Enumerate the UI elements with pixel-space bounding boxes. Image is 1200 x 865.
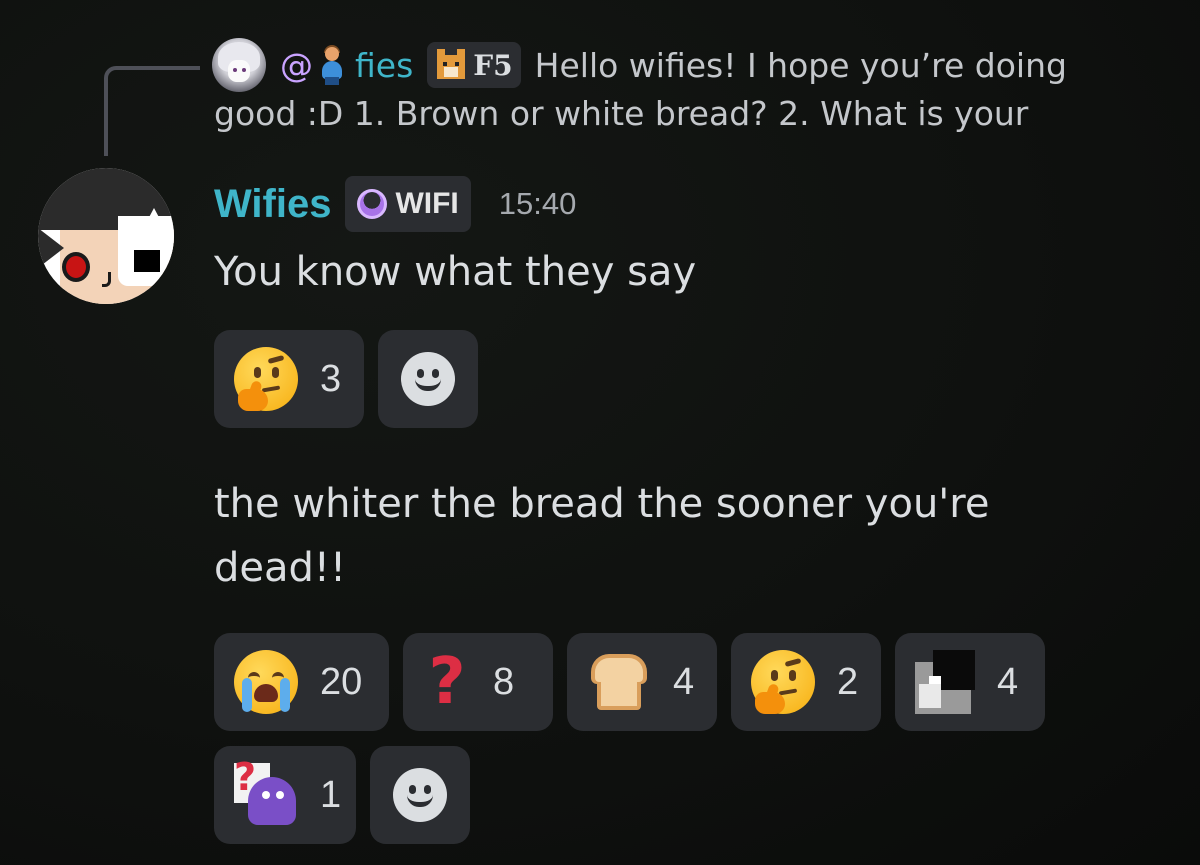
reaction-count: 2 — [837, 660, 859, 703]
reaction-question-mark[interactable]: ? 8 — [403, 633, 553, 731]
message-text-second: the whiter the bread the sooner you're d… — [214, 481, 990, 591]
thinking-face-icon — [751, 650, 815, 714]
reply-message-text: Hello wifies! I hope you’re doing — [534, 45, 1067, 85]
reaction-loudly-crying-face[interactable]: 20 — [214, 633, 389, 731]
reaction-thinking-face-2[interactable]: 2 — [731, 633, 881, 731]
reaction-count: 20 — [320, 660, 363, 703]
reply-server-tag[interactable]: F5 — [427, 42, 521, 88]
message-timestamp[interactable]: 15:40 — [499, 186, 577, 222]
author-name[interactable]: Wifies — [214, 182, 331, 227]
reaction-custom-grimace[interactable]: ? 1 — [214, 746, 356, 844]
moon-icon — [357, 189, 388, 219]
reply-mention-symbol: @ — [280, 45, 313, 85]
custom-grimace-question-icon: ? — [234, 755, 298, 827]
reply-message-text-continued[interactable]: good :D 1. Brown or white bread? 2. What… — [214, 94, 1028, 133]
chat-message-view: @ fies F5 Hello wifies! I hope you’re do… — [0, 0, 1200, 865]
reply-connector-line — [104, 66, 200, 156]
reaction-thinking-face[interactable]: 3 — [214, 330, 364, 428]
red-question-mark-icon: ? — [428, 645, 466, 719]
reply-author-name[interactable]: fies — [355, 46, 413, 85]
person-emoji-icon — [317, 45, 347, 85]
reaction-custom-meme[interactable]: 4 — [895, 633, 1045, 731]
message-header: Wifies WIFI 15:40 — [214, 174, 576, 234]
add-reaction-icon — [393, 768, 447, 822]
reply-preview[interactable]: @ fies F5 Hello wifies! I hope you’re do… — [280, 40, 1067, 90]
author-avatar[interactable] — [38, 168, 174, 304]
custom-meme-sticker-icon — [915, 650, 975, 714]
thinking-face-icon — [234, 347, 298, 411]
reaction-bread[interactable]: 4 — [567, 633, 717, 731]
reaction-count: 1 — [320, 773, 342, 816]
reply-author-avatar[interactable] — [212, 38, 266, 92]
cat-icon — [435, 49, 467, 81]
add-reaction-button[interactable] — [378, 330, 478, 428]
reaction-count: 3 — [320, 357, 342, 400]
add-reaction-button-2[interactable] — [370, 746, 470, 844]
loudly-crying-face-icon — [234, 650, 298, 714]
reaction-count: 4 — [673, 660, 695, 703]
author-server-tag[interactable]: WIFI — [345, 176, 471, 232]
bread-icon — [587, 650, 651, 714]
message-text: You know what they say — [214, 249, 697, 295]
reply-tag-label: F5 — [473, 48, 513, 82]
reaction-count: 4 — [997, 660, 1019, 703]
add-reaction-icon — [401, 352, 455, 406]
author-tag-label: WIFI — [395, 187, 459, 220]
reaction-count: 8 — [493, 660, 515, 703]
